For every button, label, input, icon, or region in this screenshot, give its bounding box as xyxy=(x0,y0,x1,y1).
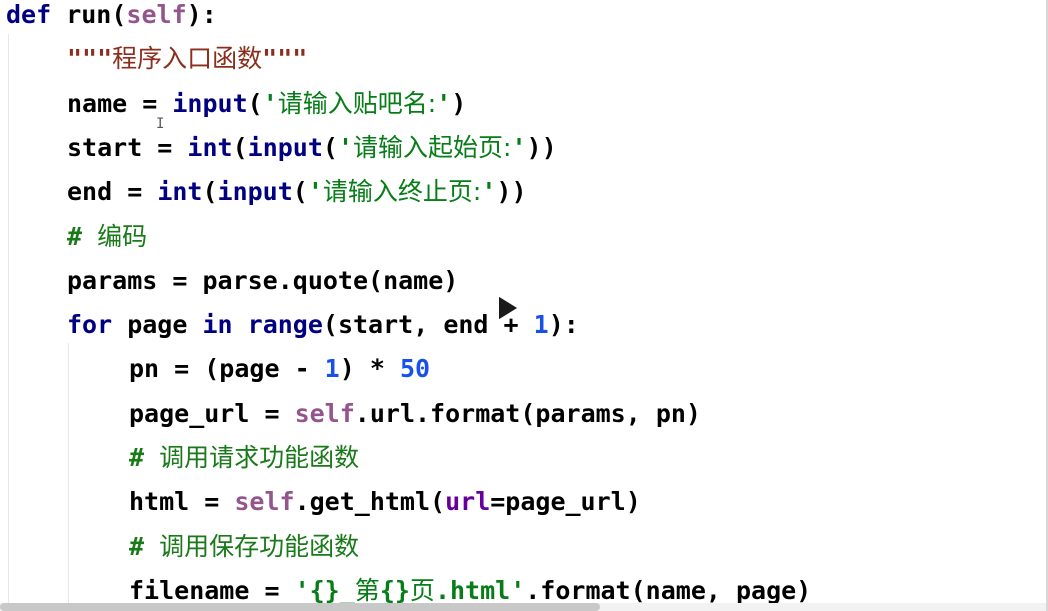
keyword-token: def xyxy=(6,0,52,29)
string-token: ' xyxy=(436,88,452,118)
keyword-token: for xyxy=(67,310,113,340)
string-token: ' xyxy=(262,88,278,118)
code-line[interactable]: """程序入口函数""" xyxy=(67,44,307,74)
code-token: )) xyxy=(526,132,557,162)
string-token: ' xyxy=(481,177,497,207)
number-token: 1 xyxy=(324,354,340,384)
docstring-token: """ xyxy=(67,44,113,74)
code-line[interactable]: name = input('请输入贴吧名:') xyxy=(67,89,466,119)
play-icon[interactable] xyxy=(495,293,521,323)
self-token: self xyxy=(126,0,187,29)
string-token: 请输入贴吧名: xyxy=(277,88,437,118)
comment-token: 调用保存功能函数 xyxy=(159,531,360,561)
code-line[interactable]: params = parse.quote(name) xyxy=(67,266,458,296)
indent-guide xyxy=(8,34,9,611)
builtin-token: range xyxy=(247,310,323,340)
string-token: ' xyxy=(337,132,354,162)
string-token: 第 xyxy=(354,575,380,605)
code-token: params = parse.quote(name) xyxy=(67,265,459,295)
code-line[interactable]: # 调用保存功能函数 xyxy=(129,532,359,562)
comment-token: # xyxy=(67,221,98,251)
builtin-token: input xyxy=(217,177,293,207)
code-line[interactable]: page_url = self.url.format(params, pn) xyxy=(129,399,701,429)
comment-token: # xyxy=(129,531,160,561)
horizontal-scrollbar[interactable] xyxy=(0,603,1048,611)
code-token: pn = (page - xyxy=(129,354,325,384)
code-token: ( xyxy=(247,88,263,118)
self-token: self xyxy=(294,398,355,428)
param-token: url xyxy=(445,487,491,517)
code-token: ) xyxy=(451,88,467,118)
string-token: .html' xyxy=(434,575,526,605)
code-token: end = xyxy=(67,177,158,207)
code-line[interactable]: pn = (page - 1) * 50 xyxy=(129,354,430,384)
code-line[interactable]: # 调用请求功能函数 xyxy=(129,443,359,473)
builtin-token: int xyxy=(187,132,233,162)
code-token: page xyxy=(112,310,203,340)
code-token: )) xyxy=(496,177,527,207)
code-token: ( xyxy=(292,177,308,207)
number-token: 1 xyxy=(533,310,549,340)
code-token: page_url = xyxy=(129,398,295,428)
docstring-token: """ xyxy=(262,44,308,74)
code-line[interactable]: # 编码 xyxy=(67,222,147,252)
code-line[interactable]: filename = '{}_第{}页.html'.format(name, p… xyxy=(129,576,811,606)
code-token: ( xyxy=(322,132,338,162)
string-token: {} xyxy=(379,575,410,605)
code-line[interactable]: html = self.get_html(url=page_url) xyxy=(129,487,641,517)
text-cursor-icon: I xyxy=(156,116,165,132)
code-token: .url.format(params, pn) xyxy=(354,398,701,428)
code-line[interactable]: start = int(input('请输入起始页:')) xyxy=(67,133,557,163)
code-token: filename = xyxy=(129,575,295,605)
code-token: .format(name, page) xyxy=(525,575,812,605)
string-token: 请输入起始页: xyxy=(353,132,512,162)
self-token: self xyxy=(234,487,295,517)
builtin-token: input xyxy=(247,132,323,162)
code-token: ( xyxy=(232,132,248,162)
code-token: ): xyxy=(186,0,217,29)
code-token: name = xyxy=(67,88,173,118)
builtin-token: int xyxy=(157,177,203,207)
code-token: ): xyxy=(548,310,579,340)
string-token: 页 xyxy=(409,575,435,605)
code-token: html = xyxy=(129,487,235,517)
string-token: 请输入终止页: xyxy=(322,177,482,207)
code-token: ) * xyxy=(339,354,400,384)
code-line[interactable]: def run(self): xyxy=(6,0,217,30)
comment-token: 编码 xyxy=(97,221,148,251)
docstring-token: 程序入口函数 xyxy=(112,44,263,74)
comment-token: # xyxy=(129,443,160,472)
code-token: run( xyxy=(51,0,127,29)
comment-token: 调用请求功能函数 xyxy=(159,443,360,472)
number-token: 50 xyxy=(399,354,431,384)
code-token: ( xyxy=(202,177,218,207)
string-token: ' xyxy=(511,132,527,162)
builtin-token: input xyxy=(172,88,248,118)
code-token: start = xyxy=(67,132,188,162)
string-token: ' xyxy=(307,177,323,207)
code-token: =page_url) xyxy=(490,487,641,517)
code-line[interactable]: end = int(input('请输入终止页:')) xyxy=(67,177,527,207)
code-token: .get_html( xyxy=(294,487,446,517)
indent-guide xyxy=(68,343,69,611)
code-editor[interactable]: def run(self): """程序入口函数""" name = input('… xyxy=(0,0,1048,611)
scrollbar-thumb[interactable] xyxy=(0,603,600,611)
string-token: '{}_ xyxy=(294,575,355,605)
keyword-token: in xyxy=(202,310,233,340)
